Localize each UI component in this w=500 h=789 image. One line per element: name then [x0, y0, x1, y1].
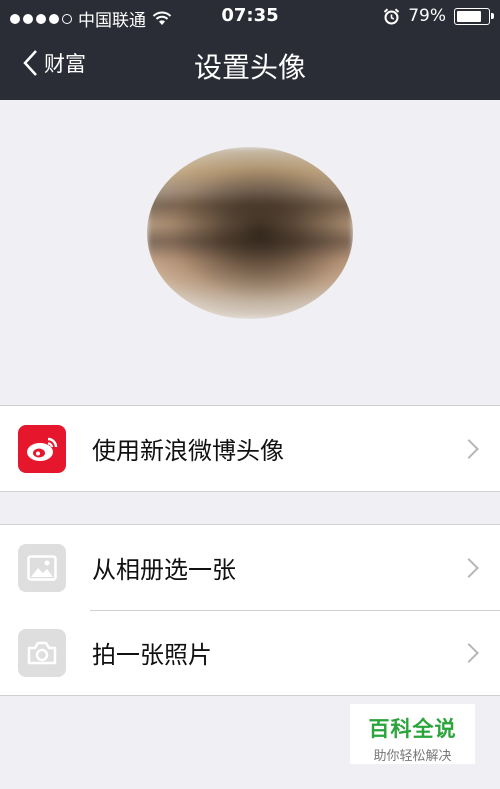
- camera-icon: [18, 628, 66, 677]
- avatar-preview: [147, 147, 353, 319]
- watermark-title: 百科全说: [368, 717, 457, 741]
- option-label: 从相册选一张: [92, 556, 236, 584]
- battery-icon: [454, 7, 494, 25]
- option-group-weibo: 使用新浪微博头像: [0, 405, 500, 492]
- watermark-subtitle: 助你轻松解决: [373, 749, 452, 764]
- weibo-icon: [18, 424, 66, 473]
- chevron-right-icon: [459, 557, 479, 578]
- option-weibo-avatar[interactable]: 使用新浪微博头像: [0, 406, 500, 491]
- option-label: 使用新浪微博头像: [92, 437, 284, 465]
- nav-bar: 财富 设置头像: [0, 34, 500, 100]
- battery-level: [457, 10, 481, 22]
- photo-album-icon: [18, 543, 66, 592]
- page-title: 设置头像: [193, 51, 306, 84]
- chevron-right-icon: [459, 642, 479, 663]
- option-group-photo: 从相册选一张 拍一张照片: [0, 524, 500, 696]
- option-album[interactable]: 从相册选一张: [0, 525, 500, 610]
- status-bar: 中国联通 07:35 79%: [0, 0, 500, 34]
- battery-percent: 79%: [408, 6, 446, 26]
- status-right: 79%: [383, 6, 494, 26]
- option-camera[interactable]: 拍一张照片: [0, 610, 500, 695]
- chevron-right-icon: [459, 438, 479, 459]
- option-label: 拍一张照片: [92, 641, 212, 669]
- alarm-clock-icon: [384, 7, 400, 24]
- watermark-logo: 百科全说 助你轻松解决: [350, 704, 475, 764]
- top-bar: 中国联通 07:35 79% 财富 设置头像: [0, 0, 500, 100]
- avatar-image: [147, 147, 353, 319]
